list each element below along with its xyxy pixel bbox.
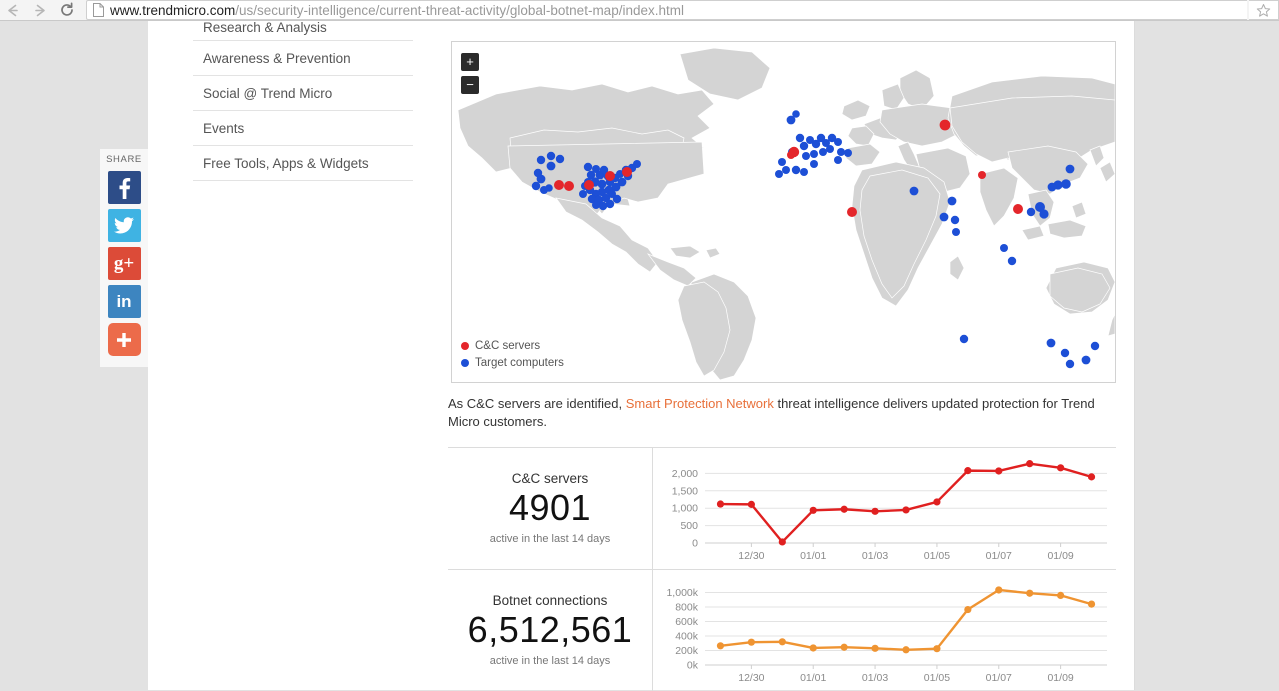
reload-icon[interactable] (54, 0, 80, 20)
twitter-share-icon[interactable] (107, 209, 141, 242)
map-legend: C&C servers Target computers (461, 340, 564, 374)
share-rail: SHARE g+ in (99, 148, 148, 368)
sidebar-item-awareness-prevention[interactable]: Awareness & Prevention (193, 41, 413, 76)
svg-text:800k: 800k (675, 602, 699, 614)
cc-servers-summary: C&C servers 4901 active in the last 14 d… (448, 448, 653, 569)
svg-text:0k: 0k (687, 660, 699, 672)
browser-toolbar: www.trendmicro.com/us/security-intellige… (0, 0, 1279, 21)
sidebar-item-label: Social @ Trend Micro (203, 86, 333, 101)
svg-text:01/01: 01/01 (800, 550, 826, 562)
botnet-connections-chart[interactable]: 0k 200k 400k 600k 800k 1,000k 12/30 01/01 01/03 0… (653, 570, 1116, 691)
svg-text:0: 0 (692, 538, 698, 550)
legend-row-target-computers: Target computers (461, 357, 564, 369)
botnet-connections-title: Botnet connections (492, 593, 608, 608)
share-label: SHARE (106, 154, 142, 165)
svg-text:500: 500 (680, 520, 698, 532)
botnet-connections-value: 6,512,561 (467, 609, 633, 650)
legend-label: Target computers (475, 357, 564, 369)
svg-text:01/03: 01/03 (862, 672, 888, 684)
target-computer-dot-icon (461, 359, 469, 367)
svg-text:200k: 200k (675, 645, 699, 657)
svg-text:1,000: 1,000 (672, 503, 698, 515)
googleplus-share-icon[interactable]: g+ (107, 247, 141, 280)
svg-text:01/01: 01/01 (800, 672, 826, 684)
cc-servers-subtitle: active in the last 14 days (489, 533, 611, 545)
svg-text:01/09: 01/09 (1047, 672, 1073, 684)
cc-servers-chart[interactable]: 0 500 1,000 1,500 2,000 12/30 01/01 01/03 01/05 0… (653, 448, 1116, 569)
bookmark-star-icon[interactable] (1249, 0, 1279, 20)
map-caption: As C&C servers are identified, Smart Pro… (448, 395, 1103, 431)
svg-text:1,500: 1,500 (672, 485, 698, 497)
world-map-graphic (457, 47, 1115, 381)
forward-arrow-icon[interactable] (26, 0, 52, 20)
botnet-connections-panel: Botnet connections 6,512,561 active in t… (448, 569, 1116, 691)
smart-protection-network-link[interactable]: Smart Protection Network (626, 396, 774, 411)
legend-label: C&C servers (475, 340, 541, 352)
svg-text:12/30: 12/30 (738, 672, 764, 684)
googleplus-glyph: g+ (113, 252, 135, 274)
cc-servers-title: C&C servers (511, 471, 589, 486)
page-document-icon (93, 3, 104, 17)
svg-text:01/05: 01/05 (924, 672, 950, 684)
svg-text:600k: 600k (675, 616, 699, 628)
cc-servers-panel: C&C servers 4901 active in the last 14 d… (448, 447, 1116, 569)
sidebar-item-research-analysis[interactable]: Research & Analysis (193, 21, 413, 41)
sidebar-item-label: Free Tools, Apps & Widgets (203, 156, 369, 171)
cc-server-dot-icon (461, 342, 469, 350)
svg-text:12/30: 12/30 (738, 550, 764, 562)
secondary-nav: Research & Analysis Awareness & Preventi… (193, 21, 413, 181)
global-botnet-map[interactable]: + − C&C servers Target computers (451, 41, 1116, 383)
map-zoom-out-button[interactable]: − (461, 76, 479, 94)
cc-servers-value: 4901 (508, 487, 592, 528)
url-path: /us/security-intelligence/current-threat… (235, 2, 684, 18)
facebook-share-icon[interactable] (107, 171, 141, 204)
page-viewport: SHARE g+ in Research & Analysis Awarenes… (0, 21, 1279, 691)
botnet-connections-subtitle: active in the last 14 days (489, 655, 611, 667)
svg-text:01/03: 01/03 (862, 550, 888, 562)
svg-text:01/05: 01/05 (924, 550, 950, 562)
botnet-connections-summary: Botnet connections 6,512,561 active in t… (448, 570, 653, 691)
legend-row-cc-servers: C&C servers (461, 340, 564, 352)
svg-text:2,000: 2,000 (672, 468, 698, 480)
addthis-share-icon[interactable] (107, 323, 141, 356)
sidebar-item-social-trend-micro[interactable]: Social @ Trend Micro (193, 76, 413, 111)
back-arrow-icon[interactable] (0, 0, 26, 20)
sidebar-item-label: Research & Analysis (203, 21, 327, 35)
svg-text:01/07: 01/07 (986, 672, 1012, 684)
svg-text:400k: 400k (675, 631, 699, 643)
map-zoom-in-button[interactable]: + (461, 53, 479, 71)
svg-text:01/07: 01/07 (986, 550, 1012, 562)
linkedin-share-icon[interactable]: in (107, 285, 141, 318)
sidebar-item-events[interactable]: Events (193, 111, 413, 146)
url-domain: www.trendmicro.com (110, 2, 236, 18)
sidebar-item-label: Awareness & Prevention (203, 51, 351, 66)
svg-text:01/09: 01/09 (1047, 550, 1073, 562)
sidebar-item-label: Events (203, 121, 245, 136)
sidebar-item-free-tools-apps-widgets[interactable]: Free Tools, Apps & Widgets (193, 146, 413, 181)
linkedin-glyph: in (116, 291, 132, 311)
address-bar[interactable]: www.trendmicro.com/us/security-intellige… (86, 0, 1247, 20)
caption-before: As C&C servers are identified, (448, 396, 626, 411)
svg-text:1,000k: 1,000k (666, 587, 698, 599)
